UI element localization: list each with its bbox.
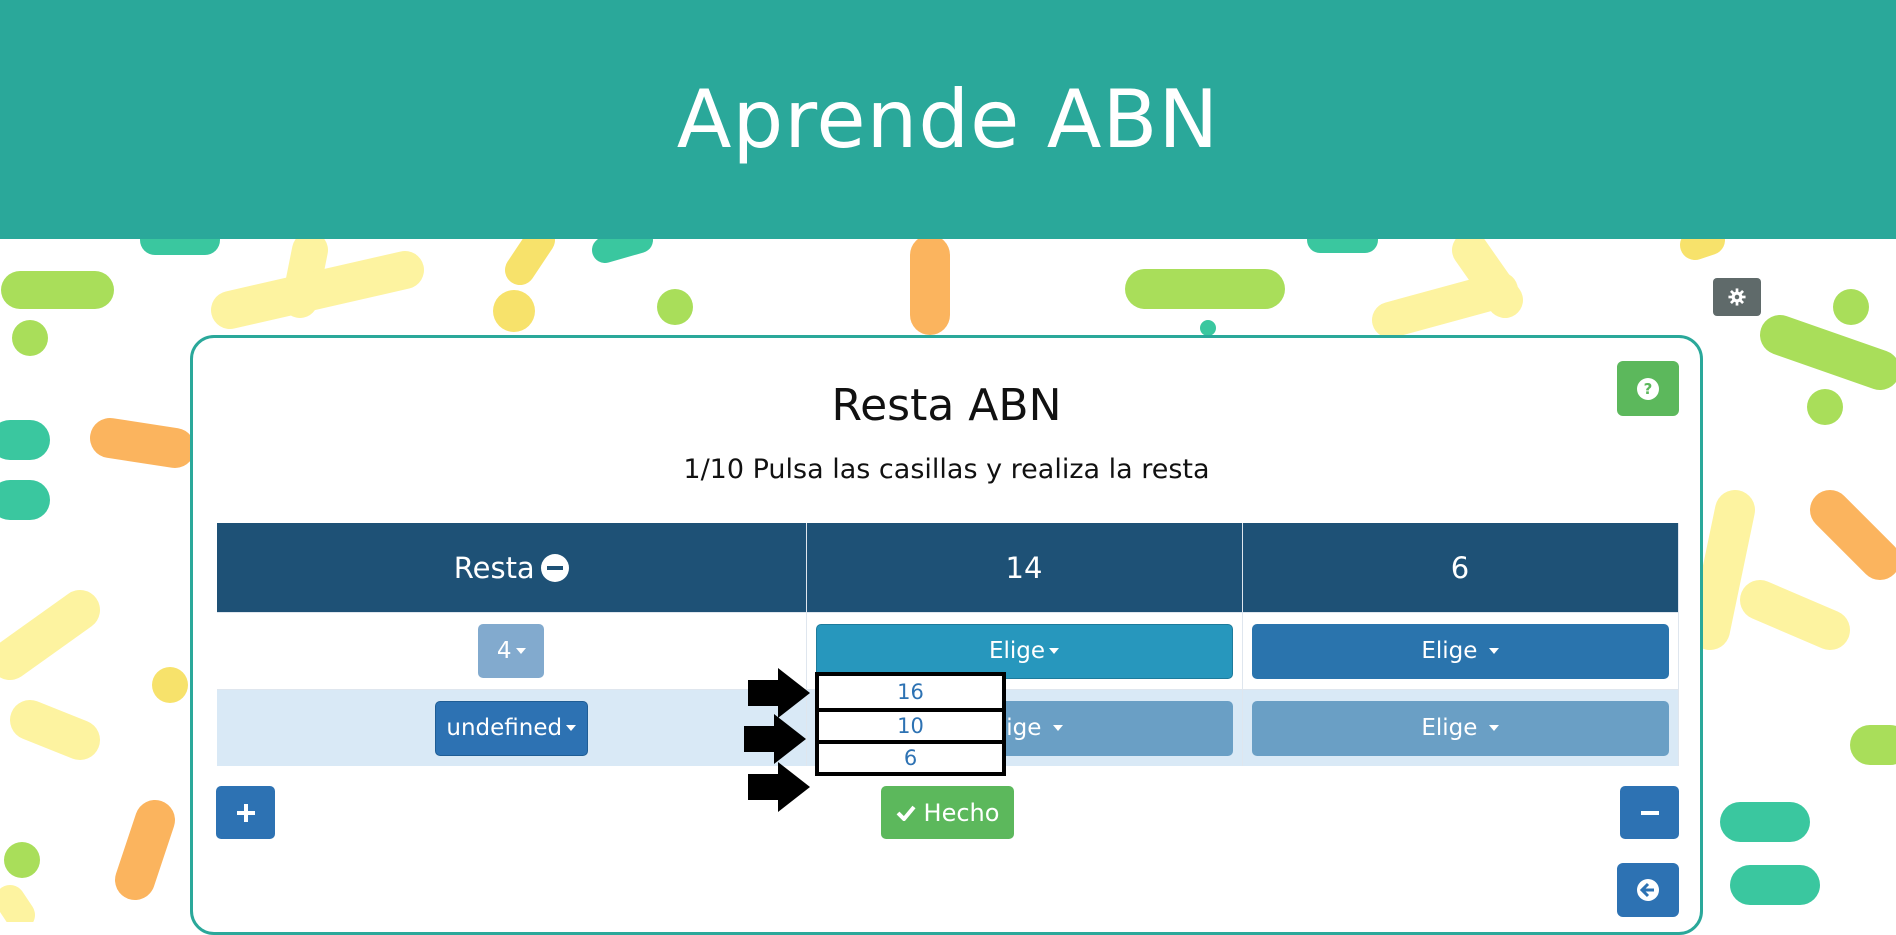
row1-col1-label: Elige <box>988 638 1046 664</box>
arrow-right-icon <box>744 714 806 764</box>
table-cell: 4 <box>217 612 807 690</box>
exercise-title: Resta ABN <box>831 380 1062 431</box>
row2-op-value: undefined <box>446 715 563 741</box>
done-label: Hecho <box>923 798 1000 827</box>
row2-col2-label: Elige <box>1421 715 1478 741</box>
app-title: Aprende ABN <box>676 73 1220 166</box>
add-row-button[interactable] <box>216 786 275 839</box>
caret-down-icon <box>1488 725 1499 731</box>
minus-icon <box>1640 810 1659 815</box>
minus-circle-icon <box>540 553 569 582</box>
header-subtrahend: 6 <box>1242 523 1679 613</box>
caret-down-icon <box>515 648 526 654</box>
caret-down-icon <box>1049 648 1060 654</box>
caret-down-icon <box>566 725 577 731</box>
row1-col1-dropdown[interactable]: Elige <box>815 623 1233 679</box>
done-button[interactable]: Hecho <box>881 786 1014 839</box>
caret-down-icon <box>1488 648 1499 654</box>
table-cell: Elige <box>1242 689 1679 766</box>
row1-col2-dropdown[interactable]: Elige <box>1251 623 1669 679</box>
back-button[interactable] <box>1617 863 1679 917</box>
app-header: Aprende ABN <box>0 0 1896 239</box>
table-cell: Elige <box>1242 612 1679 690</box>
row1-op-dropdown[interactable]: 4 <box>478 624 545 678</box>
gear-icon <box>1728 288 1746 306</box>
row2-col2-dropdown[interactable]: Elige <box>1251 700 1669 756</box>
settings-button[interactable] <box>1713 278 1761 316</box>
dropdown-option[interactable]: 10 <box>819 708 1002 740</box>
arrow-right-icon <box>748 668 810 718</box>
check-icon <box>896 805 916 821</box>
dropdown-option[interactable]: 6 <box>819 740 1002 772</box>
caret-down-icon <box>1052 725 1063 731</box>
table-cell: undefined <box>217 689 807 766</box>
header-resta: Resta <box>217 523 807 613</box>
remove-row-button[interactable] <box>1620 786 1679 839</box>
arrow-right-icon <box>748 762 810 812</box>
row1-col2-label: Elige <box>1421 638 1478 664</box>
arrow-circle-left-icon <box>1637 879 1659 901</box>
row2-op-dropdown[interactable]: undefined <box>434 700 588 756</box>
header-minuend: 14 <box>806 523 1243 613</box>
exercise-instruction: 1/10 Pulsa las casillas y realiza la res… <box>683 454 1210 485</box>
header-resta-label: Resta <box>453 550 535 585</box>
dropdown-option[interactable]: 16 <box>819 676 1002 708</box>
plus-icon <box>236 803 255 822</box>
table-header-row: Resta 14 6 <box>217 523 1679 613</box>
row1-op-value: 4 <box>496 638 512 664</box>
value-dropdown-menu: 16 10 6 <box>815 672 1006 776</box>
